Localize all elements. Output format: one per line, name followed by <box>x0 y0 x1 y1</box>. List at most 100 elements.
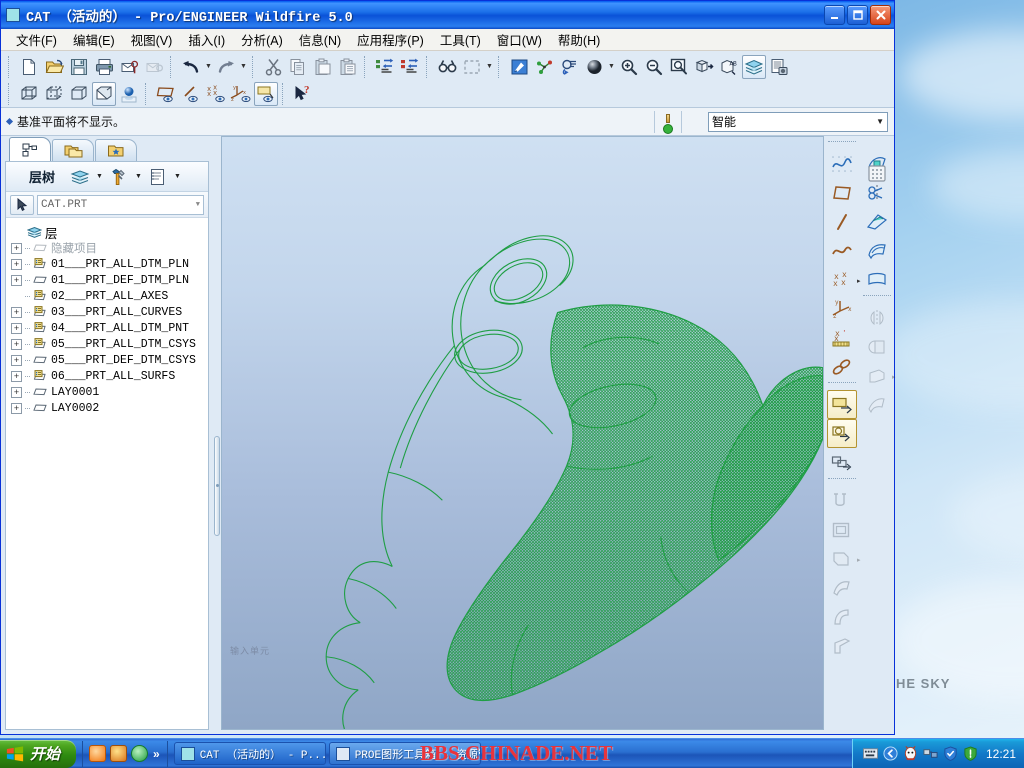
layer-tree-item[interactable]: +01___PRT_ALL_DTM_PLN <box>11 256 206 272</box>
menu-help[interactable]: 帮助(H) <box>551 28 607 51</box>
copy-icon[interactable] <box>286 55 310 79</box>
layer-tree-item[interactable]: +04___PRT_ALL_DTM_PNT <box>11 320 206 336</box>
chevron-down-icon[interactable]: ▼ <box>134 173 143 180</box>
tab-favorites[interactable] <box>95 139 137 161</box>
reorient-icon[interactable] <box>557 55 581 79</box>
curve-icon[interactable] <box>827 236 857 265</box>
flyout-arrow-icon[interactable]: ▸ <box>857 277 861 285</box>
print-icon[interactable] <box>92 55 116 79</box>
spin-center-icon[interactable] <box>532 55 556 79</box>
chamfer-icon[interactable] <box>827 631 857 660</box>
menu-view[interactable]: 视图(V) <box>124 28 180 51</box>
datum-axis-icon[interactable] <box>827 207 857 236</box>
refit-icon[interactable] <box>667 55 691 79</box>
tab-folder-browser[interactable] <box>52 139 94 161</box>
shade-dropdown-arrow-icon[interactable]: ▼ <box>607 56 616 78</box>
layer-tree-item[interactable]: +05___PRT_DEF_DTM_CSYS <box>11 352 206 368</box>
menu-analysis[interactable]: 分析(A) <box>234 28 290 51</box>
open-file-icon[interactable] <box>42 55 66 79</box>
tree-expander-icon[interactable]: + <box>11 322 22 334</box>
regenerate-manual-icon[interactable] <box>398 55 422 79</box>
layer-tree-item[interactable]: +06___PRT_ALL_SURFS <box>11 368 206 384</box>
shading-icon[interactable] <box>92 81 116 106</box>
selection-filter-combo[interactable]: 智能 ▼ <box>708 111 888 132</box>
menu-applications[interactable]: 应用程序(P) <box>350 28 431 51</box>
menu-info[interactable]: 信息(N) <box>292 28 348 51</box>
coord-system-icon[interactable]: y z x <box>827 294 857 323</box>
clock[interactable]: 12:21 <box>986 747 1016 761</box>
pane-splitter[interactable] <box>213 136 221 734</box>
chevron-down-icon[interactable]: ▼ <box>876 117 884 126</box>
send-mail-icon[interactable] <box>117 55 141 79</box>
revolve-icon[interactable] <box>826 419 857 448</box>
undo-icon[interactable] <box>179 55 203 79</box>
task-proe-window[interactable]: CAT （活动的） - P... <box>173 742 326 765</box>
view-manager-icon[interactable] <box>692 55 716 79</box>
ql-qq-icon[interactable] <box>89 745 107 762</box>
zoom-out-icon[interactable] <box>642 55 666 79</box>
menu-tools[interactable]: 工具(T) <box>433 28 488 51</box>
tray-qq-icon[interactable] <box>903 746 918 761</box>
graphics-viewport[interactable]: 输入单元 <box>221 136 824 730</box>
chevron-down-icon[interactable]: ▼ <box>173 173 182 180</box>
repaint-icon[interactable] <box>507 55 531 79</box>
trim-surface-icon[interactable] <box>862 207 892 236</box>
selection-arrow-button[interactable] <box>10 194 34 215</box>
tree-expander-icon[interactable]: + <box>11 274 22 286</box>
layer-tree-item[interactable]: +01___PRT_DEF_DTM_PLN <box>11 272 206 288</box>
merge-icon[interactable] <box>862 332 892 361</box>
zoom-in-icon[interactable] <box>617 55 641 79</box>
layer-tree-item[interactable]: +05___PRT_ALL_DTM_CSYS <box>11 336 206 352</box>
round-icon[interactable] <box>827 602 857 631</box>
fill-surface-icon[interactable] <box>862 265 892 294</box>
tree-expander-icon[interactable]: + <box>11 306 22 318</box>
find-icon[interactable] <box>435 55 459 79</box>
menu-insert[interactable]: 插入(I) <box>181 28 232 51</box>
shade-icon[interactable] <box>582 55 606 79</box>
maximize-button[interactable] <box>847 5 868 25</box>
minimize-button[interactable] <box>824 5 845 25</box>
tree-expander-icon[interactable]: + <box>11 370 22 382</box>
wireframe-icon[interactable] <box>17 82 41 106</box>
layer-tree-item[interactable]: + LAY0001 <box>11 384 206 400</box>
tree-expander-icon[interactable]: + <box>11 242 22 254</box>
ql-sogou-icon[interactable] <box>131 745 149 762</box>
layer-tree-item[interactable]: +03___PRT_ALL_CURVES <box>11 304 206 320</box>
redo-dropdown-arrow-icon[interactable]: ▼ <box>239 56 248 78</box>
layers-stack-icon[interactable] <box>69 166 91 188</box>
datum-axis-display-icon[interactable] <box>179 82 203 106</box>
sweep-icon[interactable] <box>827 573 857 602</box>
layer-tree-item[interactable]: + LAY0002 <box>11 400 206 416</box>
datum-point-display-icon[interactable]: xxxx <box>204 82 228 106</box>
task-proe-folder[interactable]: PROE图形工具箱 - 资源管理器 <box>328 742 481 765</box>
start-button[interactable]: 开始 <box>0 739 77 768</box>
select-box-icon[interactable] <box>460 55 484 79</box>
paste-icon[interactable] <box>311 55 335 79</box>
tree-root-node[interactable]: 层 <box>11 224 206 241</box>
no-hidden-icon[interactable] <box>67 82 91 106</box>
chevron-down-icon[interactable]: ▼ <box>196 201 200 209</box>
menu-window[interactable]: 窗口(W) <box>490 28 549 51</box>
analysis-point-icon[interactable]: x · x <box>827 323 857 352</box>
annotation-display-icon[interactable] <box>254 81 278 106</box>
thicken-icon[interactable] <box>862 390 892 419</box>
annotation-icon[interactable]: AB <box>717 55 741 79</box>
flyout-arrow-icon[interactable]: ▸ <box>857 556 861 564</box>
undo-dropdown-arrow-icon[interactable]: ▼ <box>204 56 213 78</box>
ql-firefox-icon[interactable] <box>110 745 128 762</box>
mirror-icon[interactable] <box>862 303 892 332</box>
shading-reflection-icon[interactable] <box>117 82 141 106</box>
select-dropdown-arrow-icon[interactable]: ▼ <box>485 56 494 78</box>
hidden-line-icon[interactable] <box>42 82 66 106</box>
paste-special-icon[interactable] <box>336 55 360 79</box>
tree-expander-icon[interactable]: + <box>11 354 22 366</box>
model-player-icon[interactable] <box>767 55 791 79</box>
layer-tree-item[interactable]: 02___PRT_ALL_AXES <box>11 288 206 304</box>
flyout-arrow-icon[interactable]: ▸ <box>892 373 896 381</box>
mesh-surface-icon[interactable] <box>862 159 892 188</box>
save-icon[interactable] <box>67 55 91 79</box>
model-filter-combo[interactable]: CAT.PRT ▼ <box>37 194 204 215</box>
datum-point-icon[interactable]: xxxx ▸ <box>827 265 861 294</box>
extrude-icon[interactable] <box>826 390 857 419</box>
tray-network-icon[interactable] <box>923 746 938 761</box>
